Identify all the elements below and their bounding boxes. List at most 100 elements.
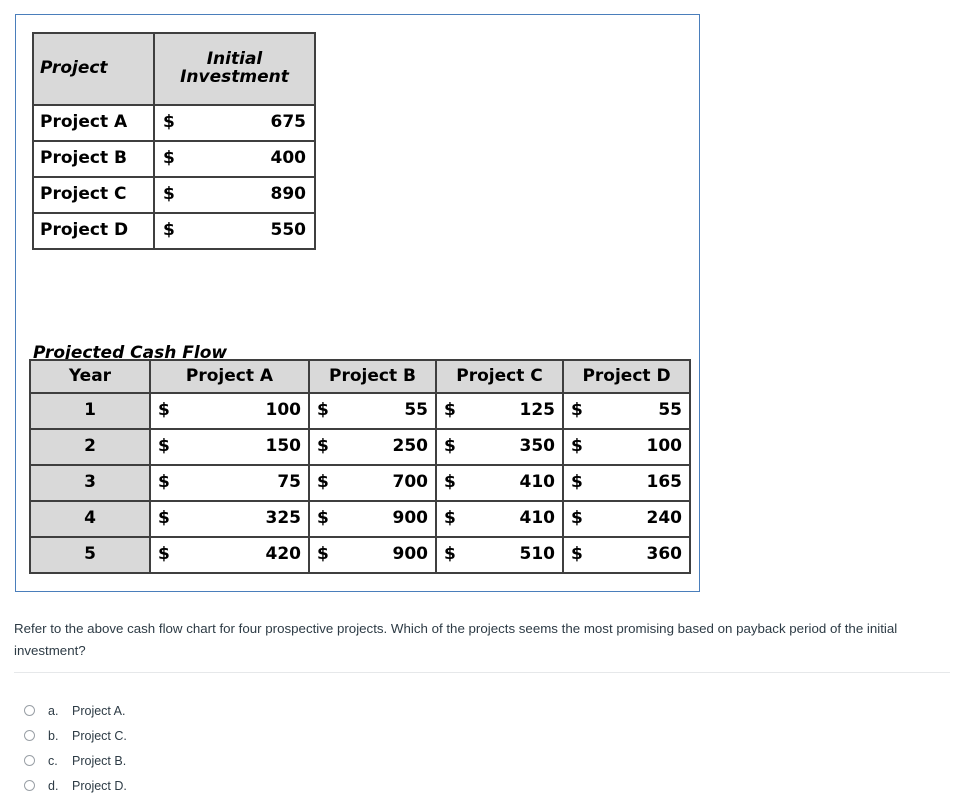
amount-value: 100 [265, 400, 302, 421]
cashflow-cell-d: $ 240 [562, 500, 691, 538]
header-project-a: Project A [149, 359, 310, 394]
table-row: 4 $ 325 $ 900 $ 410 $ 240 [29, 500, 691, 538]
table-header-row: Year Project A Project B Project C Proje… [29, 359, 691, 394]
currency-symbol: $ [163, 220, 175, 241]
cashflow-cell-d: $ 55 [562, 392, 691, 430]
amount-value: 55 [658, 400, 682, 421]
radio-button-icon[interactable] [24, 755, 35, 766]
answer-label: Project C. [72, 728, 127, 743]
header-project: Project [32, 32, 155, 106]
amount-value: 410 [519, 508, 556, 529]
initial-investment-table: Project Initial Investment Project A $ 6… [32, 32, 316, 250]
radio-button-icon[interactable] [24, 780, 35, 791]
amount-value: 550 [270, 220, 307, 241]
answer-letter: a. [48, 703, 59, 718]
answer-label: Project A. [72, 703, 126, 718]
currency-symbol: $ [571, 544, 583, 565]
currency-symbol: $ [163, 184, 175, 205]
answer-letter: b. [48, 728, 59, 743]
amount-value: 150 [265, 436, 302, 457]
projected-cash-flow-table: Year Project A Project B Project C Proje… [29, 359, 691, 574]
currency-symbol: $ [444, 544, 456, 565]
cashflow-cell-c: $ 510 [435, 536, 564, 574]
amount-value: 100 [646, 436, 683, 457]
year-cell: 3 [29, 464, 151, 502]
cashflow-cell-b: $ 55 [308, 392, 437, 430]
amount-value: 250 [392, 436, 429, 457]
table-header-row: Project Initial Investment [32, 32, 316, 106]
header-year: Year [29, 359, 151, 394]
cashflow-cell-a: $ 150 [149, 428, 310, 466]
currency-symbol: $ [158, 508, 170, 529]
currency-symbol: $ [317, 544, 329, 565]
currency-symbol: $ [317, 508, 329, 529]
currency-symbol: $ [444, 508, 456, 529]
amount-value: 75 [277, 472, 301, 493]
cashflow-cell-a: $ 75 [149, 464, 310, 502]
cashflow-cell-c: $ 350 [435, 428, 564, 466]
currency-symbol: $ [444, 472, 456, 493]
answer-option-b[interactable]: b. Project C. [24, 723, 524, 748]
amount-value: 400 [270, 148, 307, 169]
project-name-cell: Project C [32, 176, 155, 214]
amount-value: 125 [519, 400, 556, 421]
investment-amount-cell: $ 550 [153, 212, 316, 250]
investment-amount-cell: $ 675 [153, 104, 316, 142]
header-initial-investment: Initial Investment [153, 32, 316, 106]
cashflow-cell-a: $ 100 [149, 392, 310, 430]
cashflow-cell-c: $ 410 [435, 464, 564, 502]
amount-value: 510 [519, 544, 556, 565]
amount-value: 900 [392, 544, 429, 565]
project-name-cell: Project A [32, 104, 155, 142]
currency-symbol: $ [158, 400, 170, 421]
header-project-d: Project D [562, 359, 691, 394]
amount-value: 675 [270, 112, 307, 133]
currency-symbol: $ [163, 148, 175, 169]
currency-symbol: $ [317, 472, 329, 493]
amount-value: 240 [646, 508, 683, 529]
table-row: 3 $ 75 $ 700 $ 410 $ 165 [29, 464, 691, 502]
year-cell: 1 [29, 392, 151, 430]
currency-symbol: $ [317, 400, 329, 421]
currency-symbol: $ [571, 436, 583, 457]
table-row: Project A $ 675 [32, 104, 316, 142]
table-row: 5 $ 420 $ 900 $ 510 $ 360 [29, 536, 691, 574]
radio-button-icon[interactable] [24, 705, 35, 716]
currency-symbol: $ [158, 436, 170, 457]
cashflow-cell-b: $ 700 [308, 464, 437, 502]
answer-letter: c. [48, 753, 58, 768]
cashflow-cell-c: $ 410 [435, 500, 564, 538]
amount-value: 700 [392, 472, 429, 493]
amount-value: 410 [519, 472, 556, 493]
header-project-c: Project C [435, 359, 564, 394]
amount-value: 325 [265, 508, 302, 529]
table-row: Project B $ 400 [32, 140, 316, 178]
answer-label: Project B. [72, 753, 127, 768]
amount-value: 890 [270, 184, 307, 205]
cashflow-cell-a: $ 325 [149, 500, 310, 538]
table-row: 2 $ 150 $ 250 $ 350 $ 100 [29, 428, 691, 466]
header-project-b: Project B [308, 359, 437, 394]
project-name-cell: Project B [32, 140, 155, 178]
currency-symbol: $ [444, 400, 456, 421]
radio-button-icon[interactable] [24, 730, 35, 741]
header-initial-line2: Investment [180, 67, 289, 87]
currency-symbol: $ [571, 472, 583, 493]
answer-label: Project D. [72, 778, 127, 793]
currency-symbol: $ [571, 400, 583, 421]
cashflow-cell-d: $ 360 [562, 536, 691, 574]
table-row: 1 $ 100 $ 55 $ 125 $ 55 [29, 392, 691, 430]
currency-symbol: $ [158, 472, 170, 493]
answer-option-d[interactable]: d. Project D. [24, 773, 524, 798]
answer-option-a[interactable]: a. Project A. [24, 698, 524, 723]
amount-value: 900 [392, 508, 429, 529]
investment-amount-cell: $ 890 [153, 176, 316, 214]
amount-value: 165 [646, 472, 683, 493]
amount-value: 360 [646, 544, 683, 565]
cashflow-cell-c: $ 125 [435, 392, 564, 430]
cashflow-cell-d: $ 100 [562, 428, 691, 466]
answer-options-list: a. Project A. b. Project C. c. Project B… [24, 698, 524, 798]
table-row: Project D $ 550 [32, 212, 316, 250]
amount-value: 350 [519, 436, 556, 457]
answer-option-c[interactable]: c. Project B. [24, 748, 524, 773]
